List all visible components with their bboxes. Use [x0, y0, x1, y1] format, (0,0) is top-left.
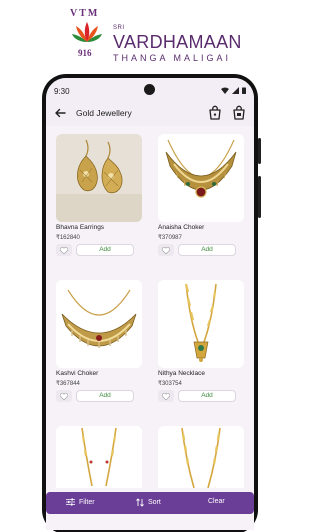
filter-label: Filter — [79, 498, 95, 506]
product-name: Kashvi Choker — [56, 370, 99, 377]
product-image[interactable] — [158, 426, 244, 488]
product-actions: Add — [56, 244, 142, 256]
logo-number: 916 — [78, 48, 92, 58]
product-image[interactable] — [158, 134, 244, 222]
favorite-button[interactable] — [56, 244, 72, 256]
lotus-icon — [72, 22, 102, 42]
product-image[interactable] — [158, 280, 244, 368]
product-card[interactable] — [158, 426, 244, 488]
sort-button[interactable]: Sort — [136, 498, 161, 507]
status-icons — [221, 87, 246, 94]
product-price: ₹367844 — [56, 381, 80, 387]
necklace-image — [158, 426, 244, 488]
clear-button[interactable]: Clear — [208, 498, 225, 505]
product-card[interactable]: Bhavna Earrings ₹162840 Add — [56, 134, 142, 256]
necklace-image — [158, 280, 244, 368]
heart-icon — [162, 392, 170, 400]
product-actions: Add — [158, 244, 244, 256]
wifi-icon — [221, 87, 229, 94]
bottom-action-bar: Filter Sort Clear — [46, 492, 254, 514]
clear-label: Clear — [208, 498, 225, 505]
heart-icon — [162, 246, 170, 254]
brand-tagline: THANGA MALIGAI — [113, 53, 232, 63]
product-image[interactable] — [56, 134, 142, 222]
page-title: Gold Jewellery — [76, 108, 132, 118]
sort-label: Sort — [148, 499, 161, 506]
product-image[interactable] — [56, 280, 142, 368]
product-card[interactable]: Anaisha Choker ₹370987 Add — [158, 134, 244, 256]
add-button[interactable]: Add — [76, 390, 134, 402]
product-actions: Add — [158, 390, 244, 402]
favorite-button[interactable] — [56, 390, 72, 402]
shopping-bag-icon[interactable] — [208, 105, 222, 120]
product-card[interactable]: Nithya Necklace ₹303754 Add — [158, 280, 244, 402]
choker-image — [56, 280, 142, 368]
sort-arrows-icon — [136, 498, 144, 507]
status-time: 9:30 — [54, 87, 70, 96]
brand-name: VARDHAMAAN — [113, 32, 242, 52]
app-store-screenshot: VTM 916 SRI VARDHAMAAN THANGA MALIGAI 9:… — [0, 0, 300, 532]
logo-letters: VTM — [70, 8, 100, 19]
phone-screen: 9:30 Gold Jewellery Bhavna Earrings ₹162… — [46, 78, 254, 530]
cart-bag-icon[interactable] — [232, 105, 246, 120]
product-card[interactable] — [56, 426, 142, 488]
brand-logo: VTM 916 — [68, 8, 106, 64]
product-price: ₹370987 — [158, 235, 182, 241]
filter-button[interactable]: Filter — [66, 498, 95, 506]
add-button[interactable]: Add — [178, 244, 236, 256]
phone-volume-button — [258, 138, 261, 164]
sliders-icon — [66, 498, 75, 506]
product-price: ₹162840 — [56, 235, 80, 241]
add-button[interactable]: Add — [76, 244, 134, 256]
signal-icon — [232, 87, 239, 94]
battery-icon — [242, 87, 246, 94]
phone-frame: 9:30 Gold Jewellery Bhavna Earrings ₹162… — [42, 74, 258, 532]
add-button[interactable]: Add — [178, 390, 236, 402]
front-camera — [144, 84, 155, 95]
brand-prefix: SRI — [113, 25, 125, 31]
favorite-button[interactable] — [158, 390, 174, 402]
heart-icon — [60, 392, 68, 400]
choker-image — [158, 134, 244, 222]
status-bar: 9:30 — [46, 78, 254, 100]
product-image[interactable] — [56, 426, 142, 488]
heart-icon — [60, 246, 68, 254]
back-arrow-icon[interactable] — [54, 107, 66, 119]
product-grid: Bhavna Earrings ₹162840 Add Anaisha Chok… — [46, 126, 254, 488]
product-name: Anaisha Choker — [158, 224, 205, 231]
product-name: Bhavna Earrings — [56, 224, 105, 231]
earrings-image — [56, 134, 142, 222]
product-actions: Add — [56, 390, 142, 402]
necklace-image — [56, 426, 142, 488]
product-name: Nithya Necklace — [158, 370, 205, 377]
phone-power-button — [258, 176, 261, 218]
app-bar: Gold Jewellery — [46, 100, 254, 126]
product-price: ₹303754 — [158, 381, 182, 387]
brand-header: VTM 916 SRI VARDHAMAAN THANGA MALIGAI — [0, 0, 300, 70]
favorite-button[interactable] — [158, 244, 174, 256]
product-card[interactable]: Kashvi Choker ₹367844 Add — [56, 280, 142, 402]
